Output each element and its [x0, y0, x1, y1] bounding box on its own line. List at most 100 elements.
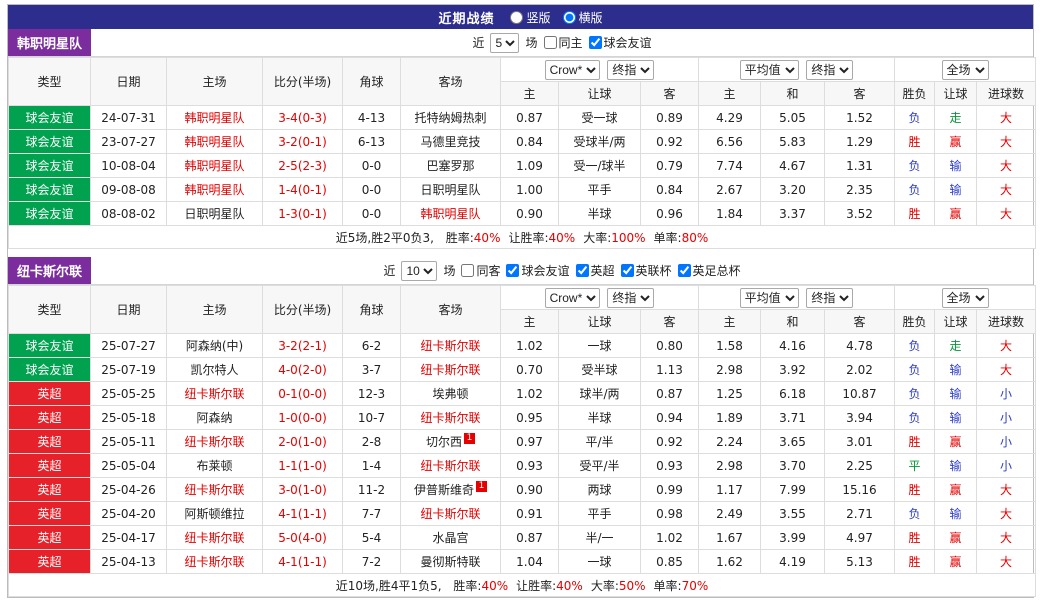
team-name[interactable]: 纽卡斯尔联 [184, 555, 244, 569]
filter-bar: 近10场同客球会友谊英超英联杯英足总杯 [91, 257, 1033, 284]
team-name[interactable]: 凯尔特人 [190, 363, 238, 377]
odds-away-cell: 1.13 [641, 358, 699, 382]
result-cell: 负 [895, 334, 935, 358]
corner-cell: 0-0 [343, 178, 401, 202]
final-odds-select[interactable]: 终指 [806, 288, 853, 308]
layout-radio-横版[interactable]: 横版 [563, 9, 603, 26]
final-odds-select[interactable]: 终指 [607, 60, 654, 80]
team-name[interactable]: 纽卡斯尔联 [420, 411, 480, 425]
home-team-cell: 日职明星队 [167, 202, 263, 226]
result-cell: 负 [895, 382, 935, 406]
goals-cell: 大 [977, 358, 1036, 382]
team-name[interactable]: 日职明星队 [420, 183, 480, 197]
final-odds-select[interactable]: 终指 [607, 288, 654, 308]
goals-cell: 大 [977, 154, 1036, 178]
avg-home-cell: 2.49 [699, 502, 761, 526]
date-cell: 25-05-25 [91, 382, 167, 406]
team-name[interactable]: 托特纳姆热刺 [414, 111, 486, 125]
summary-stat-label: 胜率: [453, 579, 481, 593]
filter-checkbox-英足总杯[interactable]: 英足总杯 [678, 262, 741, 279]
team-name[interactable]: 纽卡斯尔联 [184, 435, 244, 449]
handicap-result-cell: 输 [935, 178, 977, 202]
summary-stat: 让胜率:40% [516, 579, 583, 593]
team-name[interactable]: 纽卡斯尔联 [420, 339, 480, 353]
checkbox-input-同客[interactable] [461, 264, 474, 277]
handicap-cell: 受一/球半 [559, 154, 641, 178]
checkbox-input-球会友谊[interactable] [506, 264, 519, 277]
checkbox-input-球会友谊[interactable] [589, 36, 602, 49]
avg-home-cell: 1.58 [699, 334, 761, 358]
scope-select[interactable]: 全场 [942, 60, 989, 80]
team-name[interactable]: 韩职明星队 [184, 111, 244, 125]
average-select-group: 平均值 终指 [699, 286, 895, 310]
away-team-cell: 纽卡斯尔联 [401, 358, 501, 382]
final-odds-select[interactable]: 终指 [806, 60, 853, 80]
avg-home-cell: 2.67 [699, 178, 761, 202]
filter-checkbox-球会友谊[interactable]: 球会友谊 [589, 34, 652, 51]
team-name[interactable]: 伊普斯维奇 [414, 483, 474, 497]
bookmaker-select[interactable]: Crow* [545, 60, 600, 80]
team-name[interactable]: 切尔西 [426, 435, 462, 449]
team-name[interactable]: 日职明星队 [184, 207, 244, 221]
corner-cell: 4-13 [343, 106, 401, 130]
scope-select[interactable]: 全场 [942, 288, 989, 308]
layout-radio-input[interactable] [563, 11, 576, 24]
summary-stat: 大率:50% [591, 579, 646, 593]
team-name[interactable]: 纽卡斯尔联 [184, 531, 244, 545]
team-name[interactable]: 纽卡斯尔联 [420, 507, 480, 521]
odds-away-cell: 0.98 [641, 502, 699, 526]
team-name[interactable]: 巴塞罗那 [426, 159, 474, 173]
type-cell: 球会友谊 [9, 202, 91, 226]
avg-home-cell: 7.74 [699, 154, 761, 178]
summary-stat-value: 80% [682, 231, 709, 245]
checkbox-input-英超[interactable] [576, 264, 589, 277]
checkbox-input-英足总杯[interactable] [678, 264, 691, 277]
layout-radio-竖版[interactable]: 竖版 [510, 9, 550, 26]
average-select[interactable]: 平均值 [740, 60, 799, 80]
filter-checkbox-同客[interactable]: 同客 [461, 262, 500, 279]
team-name[interactable]: 韩职明星队 [184, 159, 244, 173]
filter-checkbox-同主[interactable]: 同主 [544, 34, 583, 51]
team-name[interactable]: 马德里竞技 [420, 135, 480, 149]
filter-checkbox-英联杯[interactable]: 英联杯 [621, 262, 672, 279]
away-team-cell: 纽卡斯尔联 [401, 406, 501, 430]
team-name[interactable]: 曼彻斯特联 [420, 555, 480, 569]
team-name[interactable]: 阿斯顿维拉 [184, 507, 244, 521]
team-name[interactable]: 纽卡斯尔联 [184, 387, 244, 401]
summary-stat-value: 40% [549, 231, 576, 245]
home-team-cell: 韩职明星队 [167, 154, 263, 178]
date-cell: 23-07-27 [91, 130, 167, 154]
layout-radio-input[interactable] [510, 11, 523, 24]
team-name[interactable]: 纽卡斯尔联 [184, 483, 244, 497]
col-home: 主场 [167, 286, 263, 334]
score-cell: 0-1(0-0) [263, 382, 343, 406]
filter-checkbox-英超[interactable]: 英超 [576, 262, 615, 279]
date-cell: 25-05-18 [91, 406, 167, 430]
table-row: 球会友谊25-07-27阿森纳(中)3-2(2-1)6-2纽卡斯尔联1.02一球… [9, 334, 1036, 358]
bookmaker-select[interactable]: Crow* [545, 288, 600, 308]
team-name[interactable]: 阿森纳 [196, 411, 232, 425]
summary-stat: 让胜率:40% [508, 231, 575, 245]
checkbox-input-同主[interactable] [544, 36, 557, 49]
home-team-cell: 韩职明星队 [167, 178, 263, 202]
team-name[interactable]: 韩职明星队 [184, 135, 244, 149]
team-name[interactable]: 纽卡斯尔联 [420, 363, 480, 377]
avg-draw-cell: 6.18 [761, 382, 825, 406]
corner-cell: 3-7 [343, 358, 401, 382]
topbar: 近期战绩 竖版横版 [8, 5, 1033, 29]
team-name[interactable]: 纽卡斯尔联 [420, 459, 480, 473]
corner-cell: 2-8 [343, 430, 401, 454]
team-name[interactable]: 埃弗顿 [432, 387, 468, 401]
summary-stat-label: 大率: [583, 231, 611, 245]
checkbox-input-英联杯[interactable] [621, 264, 634, 277]
match-count-select[interactable]: 10 [401, 261, 437, 281]
average-select[interactable]: 平均值 [740, 288, 799, 308]
filter-checkbox-球会友谊[interactable]: 球会友谊 [506, 262, 569, 279]
match-count-select[interactable]: 5 [490, 33, 519, 53]
filter-bar: 近5场同主球会友谊 [91, 29, 1033, 56]
team-name[interactable]: 阿森纳(中) [186, 339, 243, 353]
team-name[interactable]: 布莱顿 [196, 459, 232, 473]
team-name[interactable]: 韩职明星队 [184, 183, 244, 197]
team-name[interactable]: 水晶宫 [432, 531, 468, 545]
team-name[interactable]: 韩职明星队 [420, 207, 480, 221]
